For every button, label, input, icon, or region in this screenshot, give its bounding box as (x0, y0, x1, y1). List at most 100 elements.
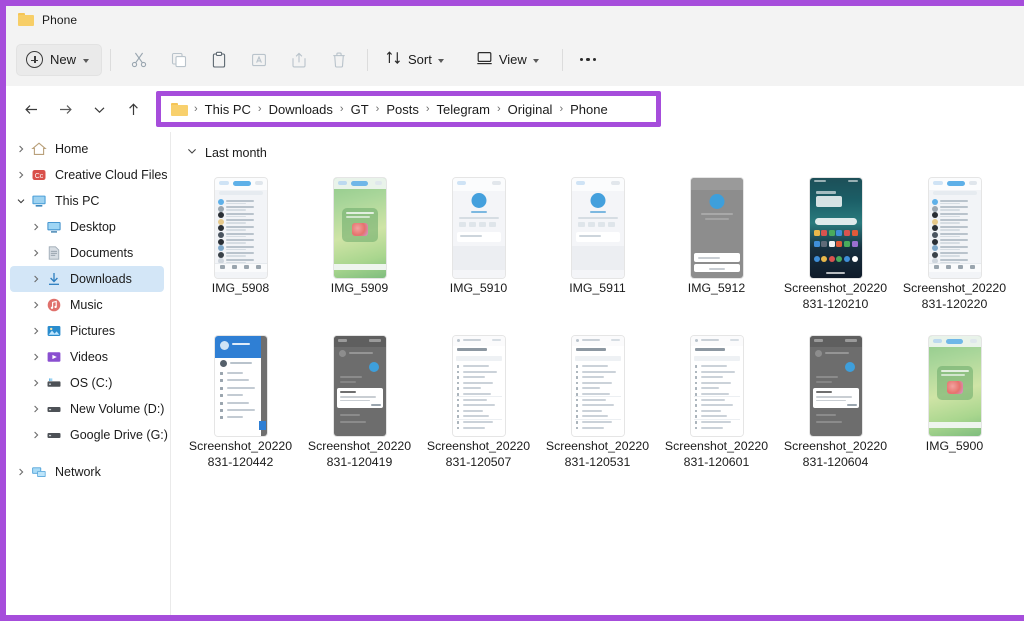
documents-icon (45, 244, 63, 262)
file-tile[interactable]: Screenshot_20220831-120442 (181, 326, 300, 478)
chevron-right-icon[interactable] (27, 322, 45, 340)
file-tile[interactable]: IMG_5900 (895, 326, 1014, 478)
sidebar-item-pictures[interactable]: Pictures (10, 318, 164, 344)
breadcrumb-item-posts[interactable]: Posts (381, 100, 424, 119)
view-button-label: View (498, 52, 527, 67)
file-name-label: Screenshot_20220831-120442 (188, 439, 293, 469)
file-thumbnail-android-home-screen (809, 178, 862, 278)
file-thumbnail-telegram-chat-list-light (214, 178, 267, 278)
file-tile[interactable]: IMG_5910 (419, 168, 538, 320)
sidebar-item-this-pc[interactable]: This PC (10, 188, 164, 214)
chevron-right-icon[interactable] (27, 374, 45, 392)
file-tile[interactable]: IMG_5912 (657, 168, 776, 320)
breadcrumb-item-downloads[interactable]: Downloads (264, 100, 338, 119)
file-thumbnail (419, 326, 538, 438)
sidebar-item-documents[interactable]: Documents (10, 240, 164, 266)
drive-icon (45, 426, 63, 444)
share-icon[interactable] (279, 43, 319, 77)
creative-cloud-icon: Cc (30, 166, 48, 184)
breadcrumb-item-original[interactable]: Original (503, 100, 558, 119)
file-tile[interactable]: Screenshot_20220831-120604 (776, 326, 895, 478)
file-explorer-window: Phone New Sort View › This PC › Download… (0, 0, 1024, 621)
delete-icon[interactable] (319, 43, 359, 77)
paste-icon[interactable] (199, 43, 239, 77)
this-pc-icon (30, 192, 48, 210)
file-tile[interactable]: IMG_5909 (300, 168, 419, 320)
breadcrumb-separator: › (425, 103, 430, 115)
sidebar-item-label: Network (55, 465, 101, 479)
recent-locations-button[interactable] (82, 93, 116, 125)
plus-circle-icon (26, 51, 43, 68)
file-name-label: IMG_5908 (211, 281, 270, 295)
breadcrumb-item-phone[interactable]: Phone (565, 100, 613, 119)
breadcrumb-separator: › (496, 103, 501, 115)
breadcrumb[interactable]: › This PC › Downloads › GT › Posts › Telegram › Ori… (161, 96, 656, 122)
sidebar-item-google-drive-g[interactable]: Google Drive (G:) (10, 422, 168, 448)
chevron-right-icon[interactable] (27, 400, 45, 418)
file-tile[interactable]: Screenshot_20220831-120601 (657, 326, 776, 478)
sidebar-item-new-volume-d[interactable]: New Volume (D:) (10, 396, 164, 422)
sidebar-item-music[interactable]: Music (10, 292, 164, 318)
rename-icon[interactable] (239, 43, 279, 77)
view-button[interactable]: View (467, 44, 548, 76)
chevron-right-icon[interactable] (27, 244, 45, 262)
sidebar-item-creative-cloud-files[interactable]: Cc Creative Cloud Files (10, 162, 168, 188)
file-thumbnail (300, 168, 419, 280)
file-name-label: IMG_5910 (449, 281, 508, 295)
pictures-icon (45, 322, 63, 340)
sidebar-item-downloads[interactable]: Downloads (10, 266, 164, 292)
file-thumbnail-telegram-chat-list-light (928, 178, 981, 278)
explorer-body: Home Cc Creative Cloud Files This PC Desktop… (6, 132, 1024, 615)
sidebar-item-home[interactable]: Home (10, 136, 164, 162)
chevron-right-icon[interactable] (12, 166, 30, 184)
file-thumbnail (657, 326, 776, 438)
forward-button[interactable] (48, 93, 82, 125)
new-button[interactable]: New (16, 43, 103, 76)
breadcrumb-item-gt[interactable]: GT (346, 100, 374, 119)
breadcrumb-item-this-pc[interactable]: This PC (200, 100, 256, 119)
sidebar-item-network[interactable]: Network (10, 459, 164, 485)
sidebar-item-videos[interactable]: Videos (10, 344, 164, 370)
chevron-right-icon[interactable] (27, 348, 45, 366)
file-name-label: Screenshot_20220831-120601 (664, 439, 769, 469)
chevron-right-icon[interactable] (27, 218, 45, 236)
sort-button-label: Sort (408, 52, 432, 67)
sidebar-item-os-c[interactable]: OS (C:) (10, 370, 164, 396)
chevron-right-icon[interactable] (12, 463, 30, 481)
chevron-down-icon[interactable] (12, 192, 30, 210)
chevron-right-icon[interactable] (27, 296, 45, 314)
new-button-label: New (50, 52, 77, 67)
file-tile[interactable]: Screenshot_20220831-120507 (419, 326, 538, 478)
navigation-pane[interactable]: Home Cc Creative Cloud Files This PC Desktop… (6, 132, 171, 615)
copy-icon[interactable] (159, 43, 199, 77)
cut-icon[interactable] (119, 43, 159, 77)
sidebar-item-label: Google Drive (G:) (70, 428, 168, 442)
file-grid[interactable]: IMG_5908 IMG_5909 IMG_5910 IMG_5911 IMG_… (181, 168, 1024, 478)
file-tile[interactable]: IMG_5908 (181, 168, 300, 320)
file-tile[interactable]: IMG_5911 (538, 168, 657, 320)
up-button[interactable] (116, 93, 150, 125)
breadcrumb-item-telegram[interactable]: Telegram (432, 100, 495, 119)
file-name-label: IMG_5911 (569, 281, 626, 295)
sidebar-item-desktop[interactable]: Desktop (10, 214, 164, 240)
window-tab-title[interactable]: Phone (42, 13, 77, 27)
ellipsis-icon[interactable] (571, 44, 605, 76)
file-list-pane[interactable]: Last month IMG_5908 IMG_5909 IMG_5910 IM… (171, 132, 1024, 615)
file-thumbnail-light-profile-blue-avatar (452, 178, 505, 278)
chevron-right-icon[interactable] (27, 426, 45, 444)
breadcrumb-highlight: › This PC › Downloads › GT › Posts › Telegram › Ori… (156, 91, 661, 127)
chevron-right-icon[interactable] (12, 140, 30, 158)
chevron-right-icon[interactable] (27, 270, 45, 288)
home-icon (30, 140, 48, 158)
sort-button[interactable]: Sort (376, 44, 453, 76)
toolbar-divider (561, 48, 563, 71)
folder-icon (18, 13, 34, 26)
group-header-last-month[interactable]: Last month (186, 142, 1024, 164)
back-button[interactable] (14, 93, 48, 125)
address-bar: › This PC › Downloads › GT › Posts › Telegram › Ori… (6, 86, 1024, 132)
file-tile[interactable]: Screenshot_20220831-120531 (538, 326, 657, 478)
file-tile[interactable]: Screenshot_20220831-120210 (776, 168, 895, 320)
file-tile[interactable]: Screenshot_20220831-120220 (895, 168, 1014, 320)
group-label: Last month (205, 146, 267, 160)
file-tile[interactable]: Screenshot_20220831-120419 (300, 326, 419, 478)
